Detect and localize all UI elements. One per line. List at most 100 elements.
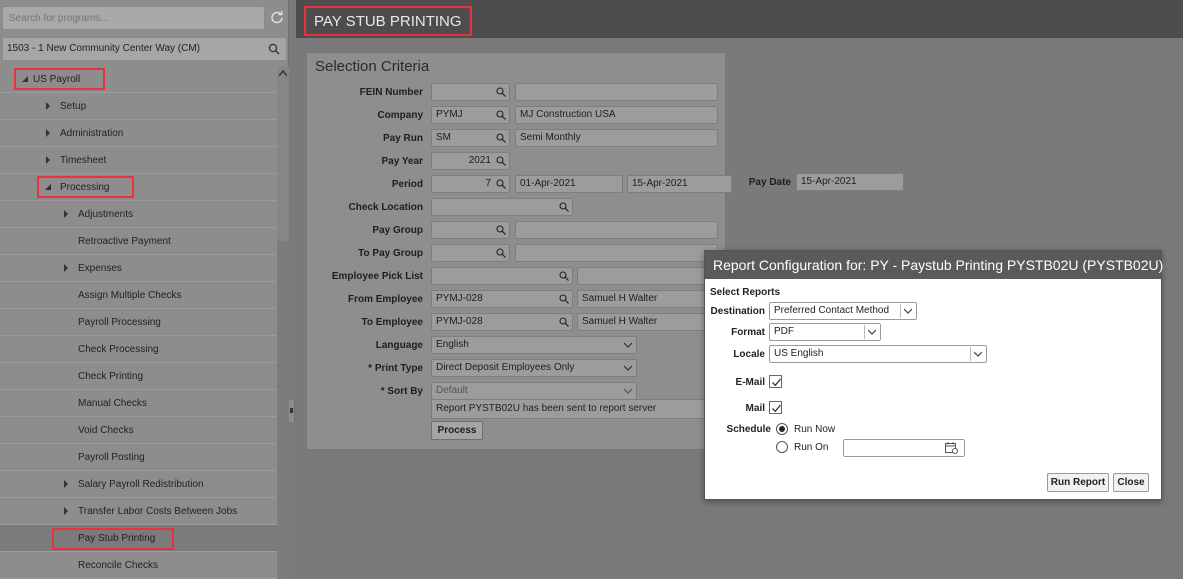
- sort-by-select[interactable]: Default: [431, 382, 637, 400]
- language-value: English: [436, 339, 469, 350]
- collapse-arrow-icon: [290, 408, 293, 413]
- nav-item-label: Salary Payroll Redistribution: [78, 479, 204, 490]
- mail-checkbox[interactable]: [769, 401, 782, 414]
- company-name: MJ Construction USA: [515, 106, 718, 124]
- nav-item-payroll-posting[interactable]: Payroll Posting: [0, 444, 277, 471]
- pay-date-label: Pay Date: [748, 177, 791, 188]
- close-button[interactable]: Close: [1113, 473, 1149, 492]
- locale-label: Locale: [733, 349, 765, 360]
- nav-item-void-checks[interactable]: Void Checks: [0, 417, 277, 444]
- payrun-input[interactable]: SM: [431, 129, 510, 147]
- payyear-value: 2021: [468, 155, 491, 166]
- search-icon[interactable]: [559, 294, 569, 304]
- search-icon[interactable]: [496, 133, 506, 143]
- company-input[interactable]: PYMJ: [431, 106, 510, 124]
- run-now-radio[interactable]: [776, 423, 788, 435]
- calendar-icon[interactable]: [945, 442, 958, 454]
- to-employee-input[interactable]: PYMJ-028: [431, 313, 573, 331]
- refresh-icon[interactable]: [270, 10, 284, 24]
- print-type-value: Direct Deposit Employees Only: [436, 362, 575, 373]
- nav-item-retroactive-payment[interactable]: Retroactive Payment: [0, 228, 277, 255]
- process-button[interactable]: Process: [431, 421, 483, 440]
- nav-item-label: Retroactive Payment: [78, 236, 171, 247]
- program-search-input[interactable]: [2, 6, 265, 30]
- search-icon[interactable]: [496, 248, 506, 258]
- scrollbar-thumb[interactable]: [277, 241, 289, 579]
- nav-item-adjustments[interactable]: Adjustments: [0, 201, 277, 228]
- search-icon[interactable]: [559, 271, 569, 281]
- fein-input[interactable]: [431, 83, 510, 101]
- payrun-code: SM: [436, 132, 451, 143]
- report-configuration-dialog: Report Configuration for: PY - Paystub P…: [704, 250, 1163, 500]
- nav-item-label: Payroll Posting: [78, 452, 145, 463]
- language-select[interactable]: English: [431, 336, 637, 354]
- search-icon[interactable]: [559, 202, 569, 212]
- nav-item-reconcile-checks[interactable]: Reconcile Checks: [0, 552, 277, 579]
- locale-select[interactable]: US English: [769, 345, 987, 363]
- search-icon[interactable]: [268, 43, 280, 55]
- sidebar: 1503 - 1 New Community Center Way (CM) U…: [0, 0, 289, 579]
- print-type-select[interactable]: Direct Deposit Employees Only: [431, 359, 637, 377]
- sidebar-collapse-handle[interactable]: [289, 400, 295, 422]
- to-pay-group-description: [515, 244, 718, 262]
- search-icon[interactable]: [559, 317, 569, 327]
- run-on-radio[interactable]: [776, 441, 788, 453]
- period-start-date: 01-Apr-2021: [515, 175, 623, 193]
- employee-pick-list-input[interactable]: [431, 267, 573, 285]
- chevron-down-icon: [900, 304, 914, 318]
- from-employee-name: Samuel H Walter: [577, 290, 705, 308]
- selection-criteria-panel: Selection Criteria FEIN Number Company P…: [306, 52, 732, 450]
- collapsed-caret-icon: [46, 156, 50, 164]
- nav-item-expenses[interactable]: Expenses: [0, 255, 277, 282]
- location-selector[interactable]: 1503 - 1 New Community Center Way (CM): [2, 37, 287, 61]
- nav-item-manual-checks[interactable]: Manual Checks: [0, 390, 277, 417]
- scroll-up-icon[interactable]: [279, 70, 287, 76]
- locale-value: US English: [774, 348, 824, 359]
- nav-item-salary-payroll-redistribution[interactable]: Salary Payroll Redistribution: [0, 471, 277, 498]
- search-icon[interactable]: [496, 156, 506, 166]
- search-icon[interactable]: [496, 87, 506, 97]
- destination-label: Destination: [710, 306, 765, 317]
- highlight-box: [37, 176, 134, 198]
- period-input[interactable]: 7: [431, 175, 510, 193]
- pay-group-input[interactable]: [431, 221, 510, 239]
- nav-item-check-printing[interactable]: Check Printing: [0, 363, 277, 390]
- nav-item-setup[interactable]: Setup: [0, 93, 277, 120]
- nav-item-transfer-labor-costs[interactable]: Transfer Labor Costs Between Jobs: [0, 498, 277, 525]
- search-icon[interactable]: [496, 225, 506, 235]
- location-text: 1503 - 1 New Community Center Way (CM): [7, 43, 201, 54]
- collapsed-caret-icon: [46, 129, 50, 137]
- run-on-date-input[interactable]: [843, 439, 965, 457]
- section-title: Selection Criteria: [315, 58, 430, 75]
- run-now-label: Run Now: [794, 424, 836, 435]
- email-checkbox[interactable]: [769, 375, 782, 388]
- nav-item-label: Expenses: [78, 263, 122, 274]
- nav-item-label: Transfer Labor Costs Between Jobs: [78, 506, 238, 517]
- period-value: 7: [485, 178, 491, 189]
- payyear-input[interactable]: 2021: [431, 152, 510, 170]
- search-icon[interactable]: [496, 179, 506, 189]
- nav-item-assign-multiple-checks[interactable]: Assign Multiple Checks: [0, 282, 277, 309]
- nav-item-check-processing[interactable]: Check Processing: [0, 336, 277, 363]
- pay-group-label: Pay Group: [372, 225, 423, 236]
- check-location-input[interactable]: [431, 198, 573, 216]
- company-code: PYMJ: [436, 109, 463, 120]
- collapsed-caret-icon: [64, 210, 68, 218]
- nav-item-timesheet[interactable]: Timesheet: [0, 147, 277, 174]
- payrun-name: Semi Monthly: [515, 129, 718, 147]
- search-icon[interactable]: [496, 110, 506, 120]
- nav-item-label: Payroll Processing: [78, 317, 161, 328]
- period-label: Period: [391, 179, 423, 190]
- from-employee-input[interactable]: PYMJ-028: [431, 290, 573, 308]
- destination-select[interactable]: Preferred Contact Method: [769, 302, 917, 320]
- nav-item-administration[interactable]: Administration: [0, 120, 277, 147]
- nav-item-label: Manual Checks: [78, 398, 147, 409]
- to-pay-group-input[interactable]: [431, 244, 510, 262]
- sidebar-scrollbar[interactable]: [277, 66, 289, 579]
- from-employee-code: PYMJ-028: [436, 293, 483, 304]
- nav-item-payroll-processing[interactable]: Payroll Processing: [0, 309, 277, 336]
- chevron-down-icon: [624, 342, 632, 348]
- format-select[interactable]: PDF: [769, 323, 881, 341]
- title-bar: PAY STUB PRINTING: [296, 0, 1183, 38]
- run-report-button[interactable]: Run Report: [1047, 473, 1109, 492]
